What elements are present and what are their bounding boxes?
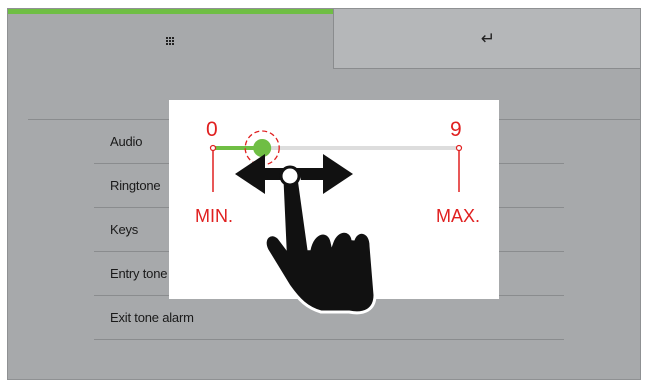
min-value-label: 0 [206,118,218,141]
max-pointer-dot [455,144,463,152]
slider-thumb [253,139,272,157]
max-caption: MAX. [436,206,481,226]
tab-back[interactable]: ↵ [333,9,640,69]
return-icon: ↵ [480,28,496,49]
slider-popup: 0 9 MIN. MAX. [169,100,499,315]
hand-swipe-icon [263,165,377,315]
tab-menu[interactable] [8,9,333,69]
min-pointer-dot [209,144,217,152]
grid-icon [166,37,175,46]
min-caption: MIN. [195,206,233,226]
max-value-label: 9 [450,118,462,141]
